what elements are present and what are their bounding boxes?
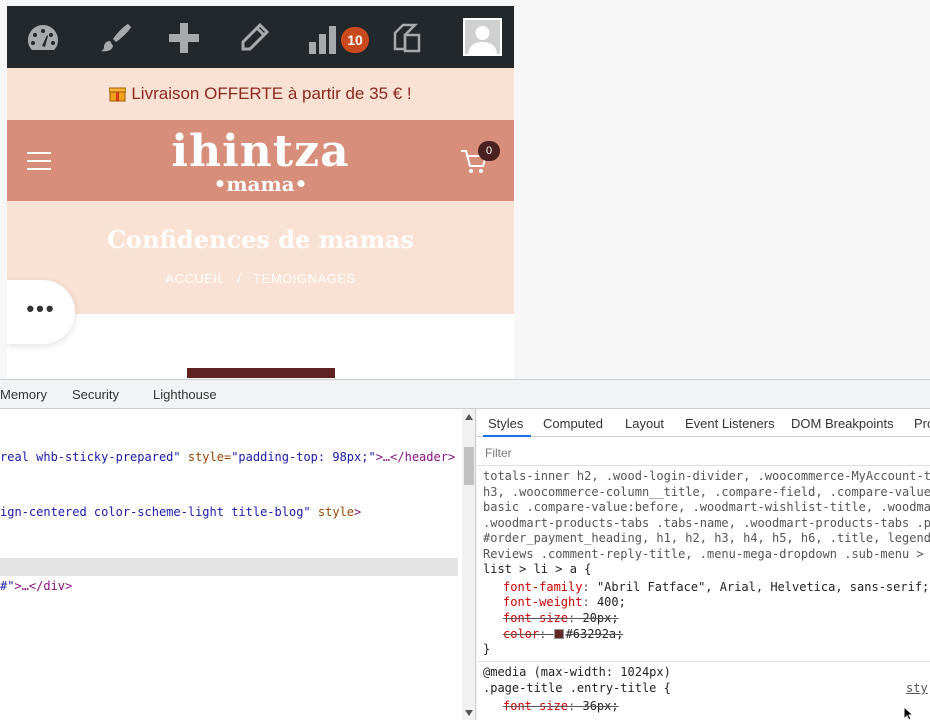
promo-text: Livraison OFFERTE à partir de 35 € !	[131, 84, 412, 103]
css-declaration[interactable]: font-weight: 400;	[503, 595, 626, 609]
dom-line-div[interactable]: #">…</div>	[0, 579, 72, 593]
gift-icon	[109, 87, 127, 102]
devtools-tab-bar: Memory Security Lighthouse	[0, 379, 930, 409]
site-header: ihintza •mama• 0	[7, 120, 514, 201]
tab-properties[interactable]: Pro	[914, 416, 930, 431]
brush-icon[interactable]	[97, 20, 133, 56]
styles-pane: Styles Computed Layout Event Listeners D…	[477, 409, 930, 720]
plus-icon[interactable]	[166, 20, 202, 56]
elements-panel: real whb-sticky-prepared" style="padding…	[0, 409, 462, 720]
rule-close-brace: }	[483, 642, 491, 656]
rule-selector-line: #order_payment_heading, h1, h2, h3, h4, …	[483, 531, 930, 545]
tab-styles[interactable]: Styles	[488, 416, 523, 431]
css-declaration-overridden[interactable]: font-size: 20px;	[503, 611, 619, 625]
user-avatar[interactable]	[463, 18, 502, 56]
tab-event-listeners[interactable]: Event Listeners	[685, 416, 775, 431]
rule-selector-line: .page-title .entry-title {	[483, 681, 671, 695]
notification-badge: 10	[341, 27, 369, 53]
scroll-up-arrow-icon[interactable]	[465, 414, 473, 420]
rule-selector-line: basic .compare-value:before, .woodmart-w…	[483, 500, 930, 514]
css-declaration[interactable]: font-family: "Abril Fatface", Arial, Hel…	[503, 580, 929, 594]
site-logo[interactable]: ihintza	[7, 126, 514, 177]
styles-tab-bar: Styles Computed Layout Event Listeners D…	[477, 409, 930, 437]
rule-divider	[477, 661, 930, 662]
mobile-page-viewport: 10 Livraison OFFERTE à partir de 35 € ! …	[7, 6, 514, 378]
avatar-silhouette-icon	[468, 26, 497, 54]
wp-admin-bar: 10	[7, 6, 514, 68]
selected-dom-row[interactable]	[0, 558, 458, 576]
color-swatch[interactable]	[553, 629, 564, 639]
tab-layout[interactable]: Layout	[625, 416, 664, 431]
breadcrumb-current: TEMOIGNAGES	[253, 271, 356, 286]
copy-icon[interactable]	[389, 20, 425, 56]
stats-icon[interactable]	[307, 20, 343, 56]
tab-security[interactable]: Security	[72, 387, 119, 402]
tab-memory[interactable]: Memory	[0, 387, 47, 402]
rule-selector-line: h3, .woocommerce-column__title, .compare…	[483, 485, 930, 499]
site-logo-subtitle: •mama•	[213, 172, 308, 196]
promo-banner: Livraison OFFERTE à partir de 35 € !	[7, 68, 514, 120]
styles-filter-input[interactable]: Filter	[477, 438, 930, 466]
page-title: Confidences de mamas	[106, 225, 415, 254]
scrollbar-thumb[interactable]	[464, 447, 474, 485]
elements-scrollbar[interactable]	[462, 409, 476, 720]
css-declaration-overridden[interactable]: font-size: 36px;	[503, 699, 619, 713]
dom-line-title[interactable]: ign-centered color-scheme-light title-bl…	[0, 505, 361, 519]
tab-computed[interactable]: Computed	[543, 416, 603, 431]
tab-dom-breakpoints[interactable]: DOM Breakpoints	[791, 416, 894, 431]
dashboard-icon[interactable]	[25, 20, 61, 56]
post-category-button[interactable]	[187, 368, 335, 378]
breadcrumb-separator: /	[237, 271, 242, 286]
rule-selector-line: list > li > a {	[483, 562, 592, 576]
stylesheet-source-link[interactable]: sty	[906, 681, 928, 695]
rule-selector-line: .woodmart-products-tabs .tabs-name, .woo…	[483, 516, 930, 530]
breadcrumb-home[interactable]: ACCUEIL	[165, 271, 225, 286]
scroll-down-arrow-icon[interactable]	[465, 710, 473, 716]
dom-line-header[interactable]: real whb-sticky-prepared" style="padding…	[0, 450, 455, 464]
media-query: @media (max-width: 1024px)	[483, 665, 671, 679]
cart-count-badge: 0	[478, 141, 500, 161]
rule-selector-line: totals-inner h2, .wood-login-divider, .w…	[483, 469, 930, 483]
css-declaration-overridden[interactable]: color: #63292a;	[503, 627, 623, 641]
more-options-button[interactable]: •••	[7, 280, 75, 344]
rule-selector-line: Reviews .comment-reply-title, .menu-mega…	[483, 547, 930, 561]
mouse-cursor-icon	[903, 706, 915, 720]
pencil-icon[interactable]	[236, 20, 272, 56]
tab-lighthouse[interactable]: Lighthouse	[153, 387, 217, 402]
screen: 10 Livraison OFFERTE à partir de 35 € ! …	[0, 0, 930, 720]
page-title-bar: Confidences de mamas ACCUEIL / TEMOIGNAGES	[7, 201, 514, 314]
breadcrumb: ACCUEIL / TEMOIGNAGES	[7, 271, 514, 286]
active-tab-indicator	[483, 435, 531, 437]
